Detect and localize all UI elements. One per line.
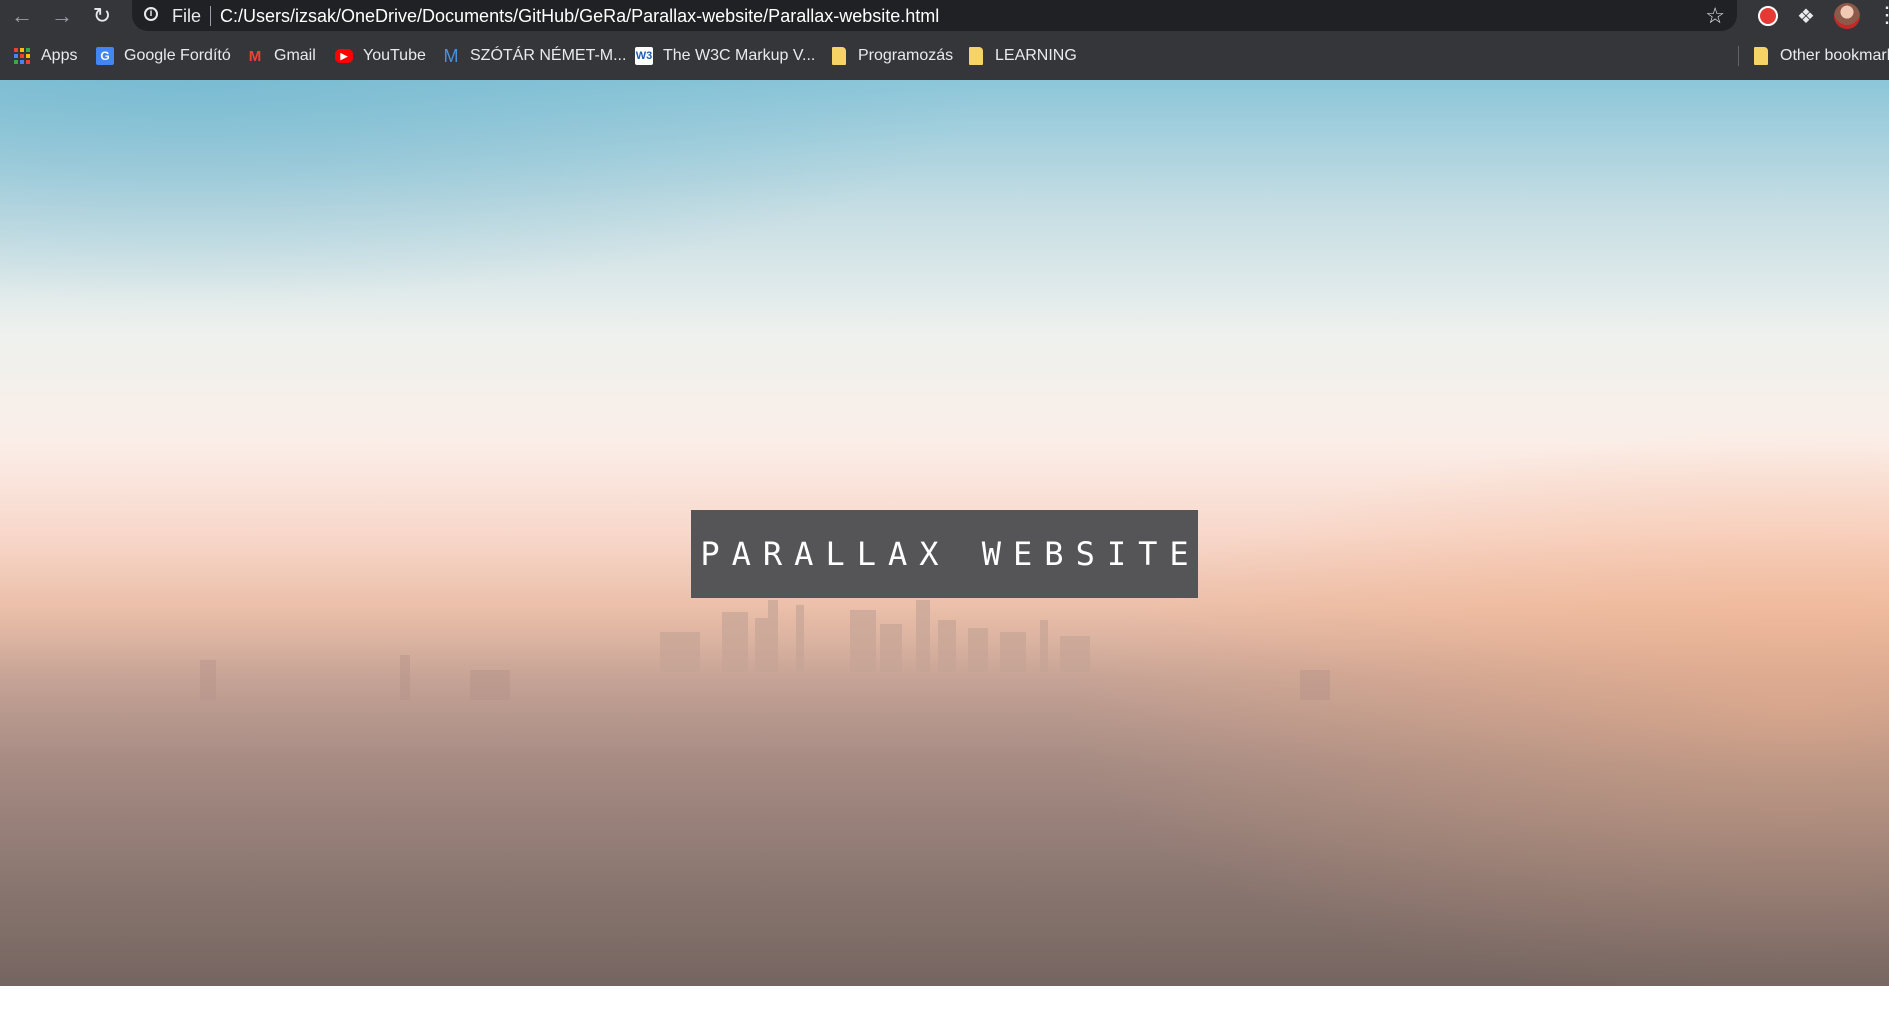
bookmark-gmail[interactable]: M Gmail bbox=[246, 44, 316, 68]
gmail-icon: M bbox=[248, 47, 262, 65]
info-icon[interactable]: i bbox=[144, 7, 158, 21]
title-banner: PARALLAX WEBSITE bbox=[691, 510, 1198, 598]
url-text[interactable]: C:/Users/izsak/OneDrive/Documents/GitHub… bbox=[220, 6, 939, 27]
browser-toolbar: ← → ↻ i File C:/Users/izsak/OneDrive/Doc… bbox=[0, 0, 1889, 80]
bookmark-folder-learning[interactable]: LEARNING bbox=[967, 44, 1077, 68]
m-letter-icon: M bbox=[443, 45, 459, 66]
bookmark-label: LEARNING bbox=[995, 47, 1077, 64]
bookmark-label: Apps bbox=[41, 47, 78, 64]
w3c-icon: W3 bbox=[635, 47, 653, 65]
extensions-button[interactable]: ❖ bbox=[1794, 4, 1818, 28]
bookmarks-bar: Apps G Google Fordító M Gmail ▶ YouTube … bbox=[0, 40, 1889, 72]
bookmark-folder-programozas[interactable]: Programozás bbox=[830, 44, 953, 68]
kebab-menu-icon[interactable]: ⋮ bbox=[1876, 4, 1889, 26]
bookmark-label: Programozás bbox=[858, 47, 954, 64]
star-icon[interactable]: ☆ bbox=[1705, 3, 1725, 29]
bookmark-label: Other bookmarks bbox=[1780, 47, 1889, 64]
back-button[interactable]: ← bbox=[2, 0, 42, 32]
bookmark-label: Google Fordító bbox=[124, 47, 231, 64]
youtube-icon: ▶ bbox=[335, 49, 353, 63]
folder-icon bbox=[1752, 47, 1770, 65]
hero-background: PARALLAX WEBSITE bbox=[0, 80, 1889, 986]
forward-button[interactable]: → bbox=[42, 0, 82, 32]
puzzle-icon: ❖ bbox=[1797, 5, 1815, 28]
reload-button[interactable]: ↻ bbox=[82, 0, 122, 32]
arrow-left-icon: ← bbox=[11, 3, 33, 28]
bookmark-youtube[interactable]: ▶ YouTube bbox=[335, 44, 426, 68]
address-bar[interactable]: i File C:/Users/izsak/OneDrive/Documents… bbox=[132, 0, 1737, 31]
address-separator bbox=[210, 6, 211, 26]
stop-extension-button[interactable] bbox=[1756, 4, 1780, 28]
folder-icon bbox=[830, 47, 848, 65]
bookmark-label: SZÓTÁR NÉMET-M... bbox=[470, 47, 627, 64]
bookmark-label: YouTube bbox=[363, 47, 426, 64]
page-title: PARALLAX WEBSITE bbox=[700, 535, 1201, 573]
bookmark-label: Gmail bbox=[274, 47, 316, 64]
bookmark-google-translate[interactable]: G Google Fordító bbox=[96, 44, 231, 68]
profile-avatar[interactable] bbox=[1834, 3, 1860, 29]
arrow-right-icon: → bbox=[51, 3, 73, 28]
folder-icon bbox=[967, 47, 985, 65]
bookmark-label: The W3C Markup V... bbox=[663, 47, 816, 64]
apps-grid-icon bbox=[13, 47, 31, 65]
bookmark-szotar[interactable]: M SZÓTÁR NÉMET-M... bbox=[442, 44, 627, 68]
bookmark-other-folder[interactable]: Other bookmarks bbox=[1752, 44, 1889, 68]
bookmark-apps[interactable]: Apps bbox=[13, 44, 77, 68]
security-label: File bbox=[172, 6, 202, 26]
bookmark-w3c[interactable]: W3 The W3C Markup V... bbox=[635, 44, 815, 68]
bookmarks-divider bbox=[1738, 46, 1739, 66]
navigation-row: ← → ↻ i File C:/Users/izsak/OneDrive/Doc… bbox=[0, 0, 1889, 32]
google-translate-icon: G bbox=[96, 47, 114, 65]
reload-icon: ↻ bbox=[92, 3, 112, 28]
stop-hand-icon bbox=[1758, 6, 1778, 26]
